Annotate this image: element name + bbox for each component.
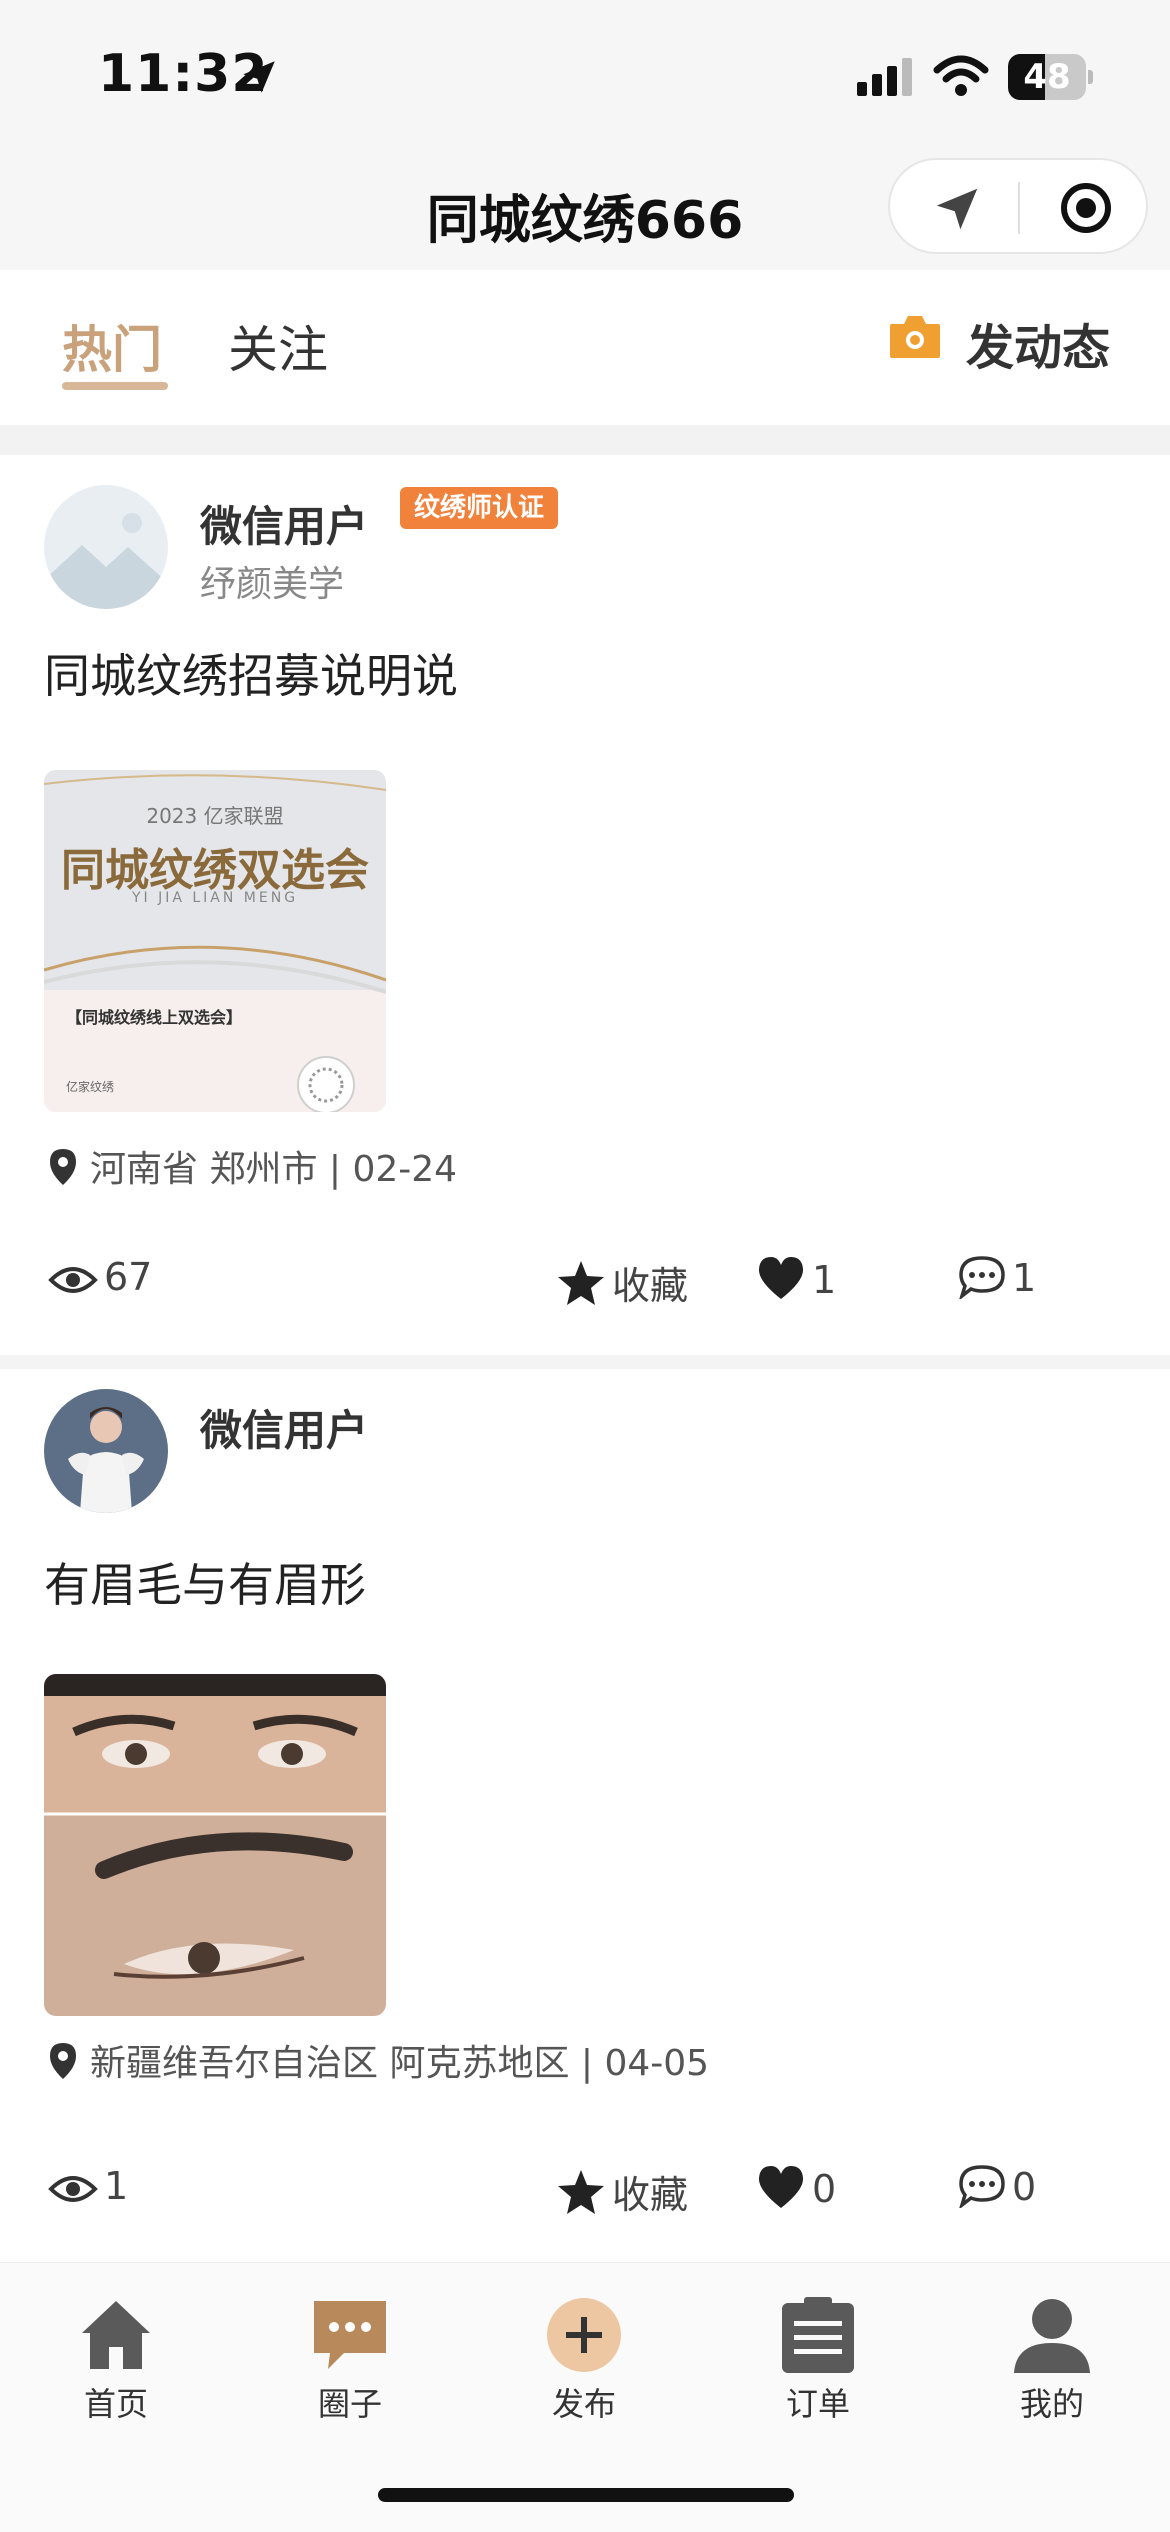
clipboard-icon xyxy=(782,2297,854,2373)
cellular-signal-icon xyxy=(857,58,912,96)
navigation-bar: 同城纹绣666 xyxy=(0,150,1170,270)
post-location: 河南省 郑州市 | 02-24 xyxy=(48,1140,457,1192)
section-gap xyxy=(0,425,1170,455)
post-image[interactable]: 2023 亿家联盟 同城纹绣双选会 YI JIA LIAN MENG 【同城纹绣… xyxy=(44,770,386,1112)
post-divider xyxy=(0,1355,1170,1369)
battery-indicator: 48 xyxy=(1008,54,1093,100)
verified-badge: 纹绣师认证 xyxy=(400,487,559,529)
screen: 11:32 48 同城纹绣666 热门 关注 发动态 微信用户 纹绣师认证 纾颜… xyxy=(0,0,1170,2532)
avatar[interactable] xyxy=(44,1389,168,1513)
poster-event: 【同城纹绣线上双选会】 xyxy=(66,1008,243,1027)
avatar-placeholder-icon xyxy=(44,485,168,609)
location-text: 河南省 郑州市 | 02-24 xyxy=(90,1149,458,1190)
view-count: 67 xyxy=(48,1255,152,1299)
tab-orders[interactable]: 订单 xyxy=(748,2295,888,2425)
poster-year-line: 2023 亿家联盟 xyxy=(146,804,284,828)
tab-publish[interactable]: 发布 xyxy=(514,2295,654,2425)
heart-icon xyxy=(758,1257,804,1299)
star-icon xyxy=(558,1261,604,1305)
location-text: 新疆维吾尔自治区 阿克苏地区 | 04-05 xyxy=(90,2043,710,2084)
chat-bubble-icon xyxy=(314,2301,386,2369)
favorite-button[interactable]: 收藏 xyxy=(556,2164,688,2219)
comment-icon xyxy=(959,1256,1005,1299)
mini-program-capsule xyxy=(888,158,1148,254)
comment-button[interactable]: 0 xyxy=(958,2164,1036,2209)
comment-button[interactable]: 1 xyxy=(958,1255,1036,1300)
avatar[interactable] xyxy=(44,485,168,609)
like-button[interactable]: 1 xyxy=(756,1255,836,1302)
tab-circle[interactable]: 圈子 xyxy=(280,2295,420,2425)
star-icon xyxy=(558,2170,604,2214)
heart-icon xyxy=(758,2166,804,2208)
post-card[interactable]: 微信用户 有眉毛与有眉形 新疆维吾尔自治区 阿克苏地区 | 04-05 1 收藏… xyxy=(0,1369,1170,2259)
favorite-button[interactable]: 收藏 xyxy=(556,1255,688,1310)
username[interactable]: 微信用户 xyxy=(200,1397,368,1458)
eye-icon xyxy=(48,2176,98,2202)
tab-me[interactable]: 我的 xyxy=(982,2295,1122,2425)
username[interactable]: 微信用户 xyxy=(200,493,368,554)
location-pin-icon xyxy=(50,2043,76,2079)
tab-follow[interactable]: 关注 xyxy=(228,310,328,382)
post-location: 新疆维吾尔自治区 阿克苏地区 | 04-05 xyxy=(48,2034,709,2086)
plus-icon xyxy=(547,2298,621,2372)
person-icon xyxy=(1014,2299,1090,2373)
poster-headline: 同城纹绣双选会 xyxy=(61,845,369,896)
tab-hot[interactable]: 热门 xyxy=(62,310,162,382)
feed-tabs: 热门 关注 发动态 xyxy=(0,270,1170,425)
poster-brand: 亿家纹绣 xyxy=(66,1080,115,1094)
poster-pinyin: YI JIA LIAN MENG xyxy=(131,890,299,906)
eye-icon xyxy=(48,1267,98,1293)
home-indicator xyxy=(378,2488,794,2502)
navigate-icon[interactable] xyxy=(930,182,984,236)
view-count: 1 xyxy=(48,2164,128,2208)
status-bar: 11:32 48 xyxy=(0,0,1170,150)
battery-percent: 48 xyxy=(1023,57,1071,97)
comment-icon xyxy=(959,2165,1005,2208)
like-button[interactable]: 0 xyxy=(756,2164,836,2211)
location-pin-icon xyxy=(50,1149,76,1185)
post-moment-label: 发动态 xyxy=(966,320,1111,376)
wifi-icon xyxy=(933,55,989,96)
post-image[interactable] xyxy=(44,1674,386,2016)
home-icon xyxy=(82,2301,150,2369)
post-text[interactable]: 有眉毛与有眉形 xyxy=(44,1549,366,1615)
avatar-photo xyxy=(44,1389,168,1513)
location-arrow-icon xyxy=(243,61,275,93)
eyebrow-photo xyxy=(44,1674,386,2016)
camera-icon xyxy=(890,316,940,358)
post-text[interactable]: 同城纹绣招募说明说 xyxy=(44,640,458,706)
user-subtitle: 纾颜美学 xyxy=(200,564,345,605)
active-tab-underline xyxy=(62,382,168,390)
close-target-icon[interactable] xyxy=(1058,180,1114,236)
post-card[interactable]: 微信用户 纹绣师认证 纾颜美学 同城纹绣招募说明说 2023 亿家联盟 同城纹绣… xyxy=(0,455,1170,1355)
tab-home[interactable]: 首页 xyxy=(46,2295,186,2425)
